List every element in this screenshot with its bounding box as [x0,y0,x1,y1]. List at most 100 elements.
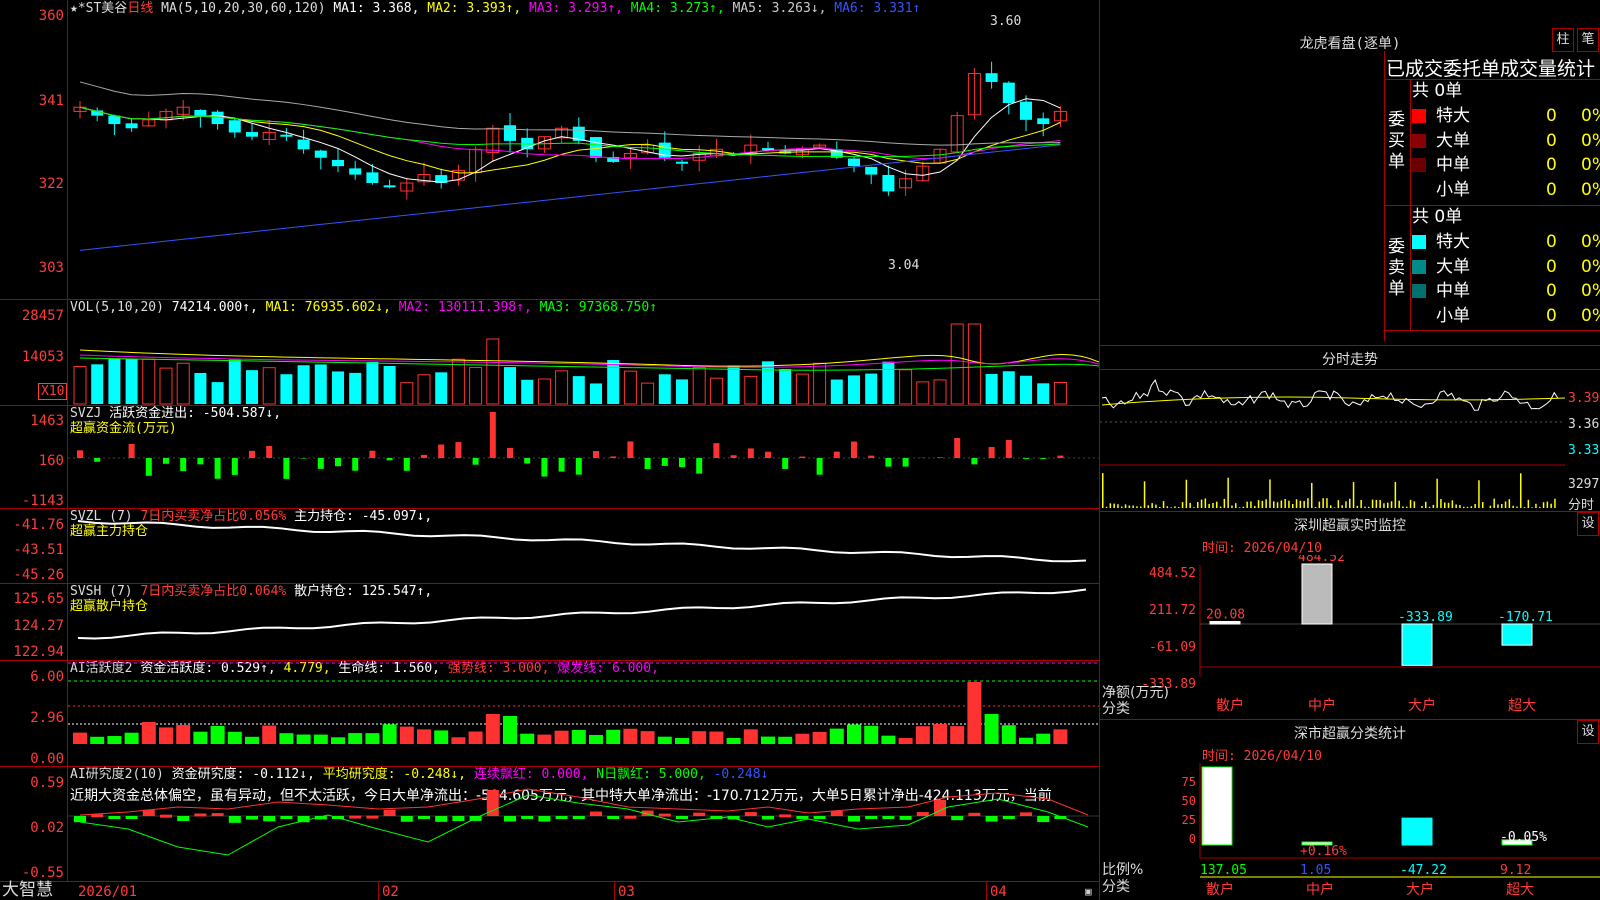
flow-bar [1005,440,1012,458]
ai-activity-chart[interactable] [68,661,1099,766]
ratio-bar [1201,766,1233,846]
activity-bar [640,731,655,744]
minute-volume-bar [1349,498,1351,508]
flow-bar [507,447,513,458]
activity-bar [761,736,775,744]
volume-bar-down [521,379,534,404]
minute-volume-bar [1117,504,1119,508]
volume-bar-up [795,373,809,405]
research-bar [848,816,860,822]
classify-settings-button[interactable]: 设 [1577,720,1599,744]
minute-volume-bar [1269,479,1271,508]
volume-bar-down [297,365,310,404]
vol-unit-badge: X10 [38,383,68,400]
volume-bar-down [280,374,293,404]
flow-bar [197,458,204,465]
ratio-y-label: 50 [1182,794,1196,808]
minute-volume-bar [1341,505,1343,508]
flow-bar [524,458,531,464]
volume-bar-up [555,370,569,405]
activity-bar [279,733,294,744]
volume-bar-down [882,361,895,404]
ratio-chart[interactable]: 75 50 25 0 +0.16% -0.05% 137.05 1.05 -47.22 9.12 散… [1100,763,1600,900]
candle-body-down [848,158,860,167]
minute-volume-bar [1440,498,1442,508]
ratio-annotation: +0.16% [1300,844,1347,859]
minute-volume-bar [1307,498,1309,508]
minute-volume-bar [1542,502,1545,508]
minute-volume-bar [1121,506,1123,508]
minute-volume-bar [1364,506,1366,508]
minute-volume-bar [1322,498,1324,508]
research-bar [1002,816,1015,819]
flow-bar [593,451,599,458]
minute-volume-bar [1489,505,1492,508]
order-type-label: 特大 [1436,232,1470,252]
lock-icon[interactable]: ▣ [1085,885,1092,898]
minute-volume-bar [1387,502,1389,508]
flow-bar [885,458,892,467]
minute-volume-bar [1523,507,1526,508]
flow-bar [679,458,685,468]
minute-volume-bar [1554,498,1556,508]
activity-bar [159,727,173,744]
minute-chart[interactable] [1100,370,1600,510]
minute-volume-bar [1463,506,1465,508]
minute-volume-bar [1223,498,1226,508]
activity-bar [709,731,724,744]
candle-body-down [882,174,895,192]
research-bar [865,816,878,819]
activity-bar [503,716,517,744]
ratio-bar [1401,817,1433,846]
activity-bar [245,736,259,744]
flow-bar [421,454,427,458]
minute-volume-bar [1128,505,1131,508]
svzl-y-bot: -45.26 [13,567,64,583]
volume-bar-down [830,379,843,404]
volume-chart[interactable] [68,300,1099,405]
ma6-line [79,144,1061,251]
research-bar [452,816,465,821]
flow-bar [455,442,462,458]
tick-mode-button[interactable]: 笔 [1577,28,1599,52]
minute-volume-bar [1102,473,1104,508]
order-count: 0 [1546,106,1557,126]
candlestick-chart[interactable] [68,0,1099,299]
flow-bar [851,441,857,458]
monitor-settings-button[interactable]: 设 [1577,512,1599,536]
sell-row-0: 特大 0 0% [1412,231,1600,253]
net-amount-y-label: 211.72 [1149,603,1196,618]
activity-bar [623,728,638,744]
minute-volume-bar [1238,507,1241,508]
research-bar [211,813,224,817]
color-swatch [1412,259,1426,274]
minute-volume-bar [1181,502,1184,508]
flow-bar [472,458,479,465]
volume-bar-up [400,382,414,405]
money-flow-chart[interactable] [68,406,1099,508]
volume-bar-down [865,373,878,404]
flow-bar [1023,458,1029,459]
color-swatch [1412,284,1426,298]
order-percent: 0% [1581,106,1600,126]
flow-bar [249,450,255,458]
net-amount-y-label: 484.52 [1149,566,1196,581]
candle-body-down [1002,82,1015,103]
flow-bar [627,441,634,458]
main-position-chart[interactable] [68,509,1099,583]
retail-position-chart[interactable] [68,584,1099,660]
research-bar [349,815,362,819]
order-type-label: 大单 [1436,256,1470,277]
volume-bar-up [709,377,723,405]
color-swatch [1412,158,1426,172]
activity-bar [847,724,861,744]
ai-research-chart[interactable] [68,767,1099,881]
minute-volume-bar [1276,502,1279,508]
minute-volume-bar [1273,501,1275,508]
bar-mode-button[interactable]: 柱 [1552,28,1574,52]
candle-body-down [332,159,344,167]
net-amount-chart[interactable]: 484.52211.72-61.09-333.8920.08484.52-333… [1100,555,1600,715]
minute-volume-bar [1242,506,1245,508]
candle-body-down [1037,118,1050,125]
volume-bar-down [91,364,104,404]
